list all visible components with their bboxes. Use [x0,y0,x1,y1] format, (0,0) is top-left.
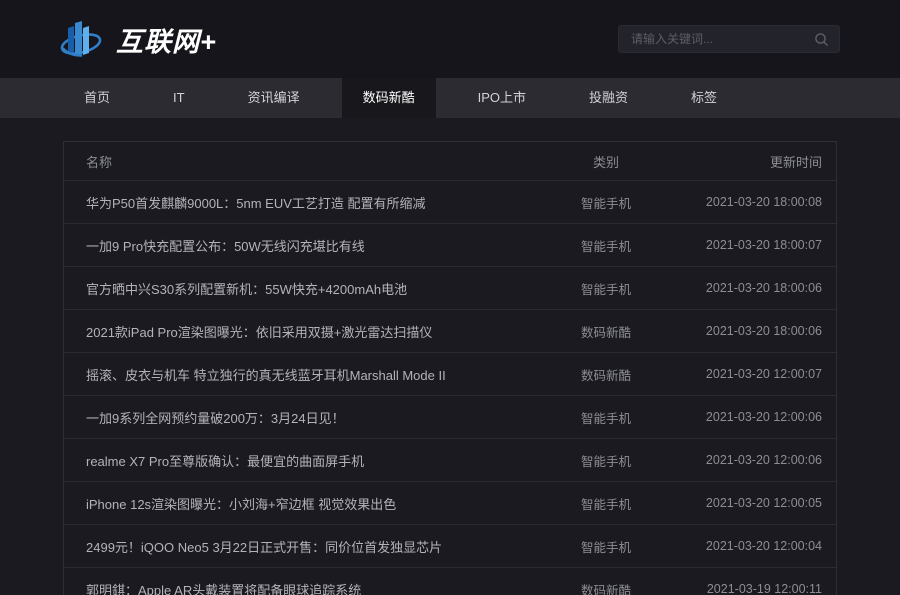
row-category: 智能手机 [536,537,676,556]
row-category: 智能手机 [536,451,676,470]
row-category: 数码新酷 [536,322,676,341]
site-header: 互联网+ [0,0,900,78]
nav-tab-2[interactable]: 资讯编译 [227,78,321,118]
row-updated-time: 2021-03-20 18:00:06 [676,281,836,295]
row-updated-time: 2021-03-20 12:00:07 [676,367,836,381]
table-row: realme X7 Pro至尊版确认：最便宜的曲面屏手机智能手机2021-03-… [64,438,836,481]
row-title-link[interactable]: 一加9 Pro快充配置公布：50W无线闪充堪比有线 [64,236,536,255]
main-content: 名称 类别 更新时间 华为P50首发麒麟9000L：5nm EUV工艺打造 配置… [63,141,837,595]
site-logo[interactable]: 互联网+ [60,16,223,62]
nav-tabs-container: 首页 IT 资讯编译数码新酷 IPO上市投融资标签 [63,78,837,118]
table-row: 2499元！iQOO Neo5 3月22日正式开售：同价位首发独显芯片智能手机2… [64,524,836,567]
column-header-category: 类别 [536,152,676,171]
row-updated-time: 2021-03-20 18:00:07 [676,238,836,252]
row-updated-time: 2021-03-20 12:00:05 [676,496,836,510]
table-row: 华为P50首发麒麟9000L：5nm EUV工艺打造 配置有所缩减智能手机202… [64,180,836,223]
row-updated-time: 2021-03-20 12:00:06 [676,410,836,424]
row-category: 智能手机 [536,193,676,212]
nav-tab-3[interactable]: 数码新酷 [342,78,436,118]
table-row: 一加9 Pro快充配置公布：50W无线闪充堪比有线智能手机2021-03-20 … [64,223,836,266]
row-updated-time: 2021-03-20 18:00:06 [676,324,836,338]
row-updated-time: 2021-03-20 12:00:06 [676,453,836,467]
table-row: 摇滚、皮衣与机车 特立独行的真无线蓝牙耳机Marshall Mode II数码新… [64,352,836,395]
search-icon [814,32,829,47]
row-title-link[interactable]: 2021款iPad Pro渲染图曝光：依旧采用双摄+激光雷达扫描仪 [64,322,536,341]
buildings-orbit-logo-icon [60,16,102,62]
nav-tab-4[interactable]: IPO上市 [457,78,547,118]
row-title-link[interactable]: 一加9系列全网预约量破200万：3月24日见！ [64,408,536,427]
table-header-row: 名称 类别 更新时间 [64,142,836,180]
table-row: 2021款iPad Pro渲染图曝光：依旧采用双摄+激光雷达扫描仪数码新酷202… [64,309,836,352]
row-category: 智能手机 [536,279,676,298]
search-box [618,25,840,53]
row-category: 智能手机 [536,494,676,513]
column-header-updated: 更新时间 [676,152,836,171]
nav-tab-5[interactable]: 投融资 [568,78,649,118]
row-category: 数码新酷 [536,580,676,595]
row-category: 数码新酷 [536,365,676,384]
row-updated-time: 2021-03-19 12:00:11 [676,582,836,595]
table-row: 一加9系列全网预约量破200万：3月24日见！智能手机2021-03-20 12… [64,395,836,438]
table-row: iPhone 12s渲染图曝光：小刘海+窄边框 视觉效果出色智能手机2021-0… [64,481,836,524]
row-updated-time: 2021-03-20 18:00:08 [676,195,836,209]
row-category: 智能手机 [536,236,676,255]
table-row: 郭明錤：Apple AR头戴装置将配备眼球追踪系统数码新酷2021-03-19 … [64,567,836,595]
column-header-name: 名称 [64,152,536,171]
search-button[interactable] [812,30,831,49]
table-row: 官方晒中兴S30系列配置新机：55W快充+4200mAh电池智能手机2021-0… [64,266,836,309]
row-title-link[interactable]: 摇滚、皮衣与机车 特立独行的真无线蓝牙耳机Marshall Mode II [64,365,536,384]
row-title-link[interactable]: realme X7 Pro至尊版确认：最便宜的曲面屏手机 [64,451,536,470]
search-input[interactable] [631,32,812,46]
row-category: 智能手机 [536,408,676,427]
nav-tab-1[interactable]: IT [152,78,206,118]
row-title-link[interactable]: 官方晒中兴S30系列配置新机：55W快充+4200mAh电池 [64,279,536,298]
main-nav: 首页 IT 资讯编译数码新酷 IPO上市投融资标签 [0,78,900,118]
nav-tab-0[interactable]: 首页 [63,78,131,118]
row-title-link[interactable]: 郭明錤：Apple AR头戴装置将配备眼球追踪系统 [64,580,536,595]
nav-tab-6[interactable]: 标签 [670,78,738,118]
news-table-body: 华为P50首发麒麟9000L：5nm EUV工艺打造 配置有所缩减智能手机202… [64,180,836,595]
row-updated-time: 2021-03-20 12:00:04 [676,539,836,553]
row-title-link[interactable]: 华为P50首发麒麟9000L：5nm EUV工艺打造 配置有所缩减 [64,193,536,212]
news-table: 名称 类别 更新时间 华为P50首发麒麟9000L：5nm EUV工艺打造 配置… [63,141,837,595]
row-title-link[interactable]: iPhone 12s渲染图曝光：小刘海+窄边框 视觉效果出色 [64,494,536,513]
row-title-link[interactable]: 2499元！iQOO Neo5 3月22日正式开售：同价位首发独显芯片 [64,537,536,556]
site-title: 互联网+ [116,20,223,59]
